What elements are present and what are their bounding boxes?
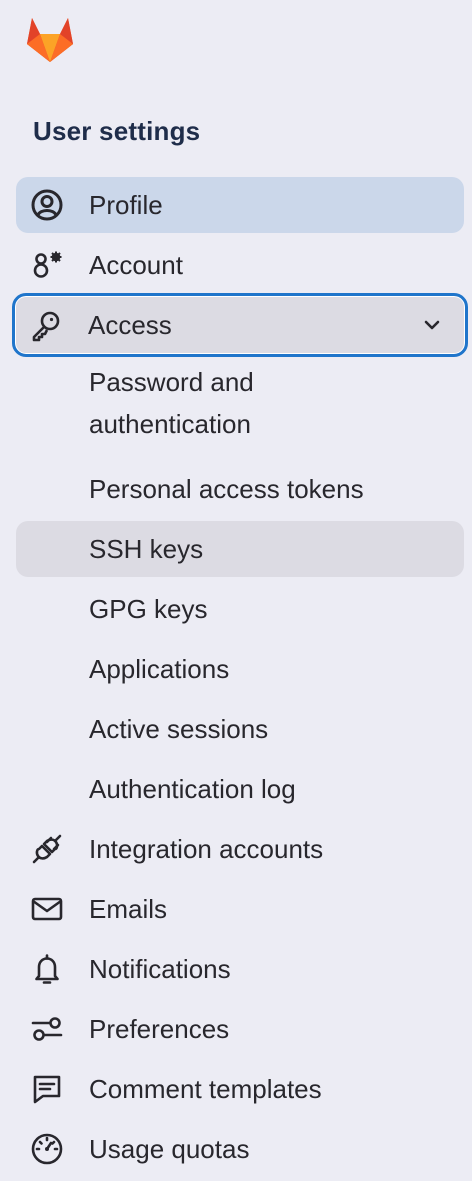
nav-item-label: Emails [89, 893, 168, 924]
subitem-authentication-log[interactable]: Authentication log [16, 761, 464, 817]
subitem-label: Active sessions [89, 713, 269, 744]
nav-item-label: Preferences [89, 1013, 230, 1044]
gitlab-logo-icon[interactable] [24, 14, 76, 64]
nav-item-integration-accounts[interactable]: Integration accounts [16, 821, 464, 877]
nav-item-label: Notifications [89, 953, 231, 984]
subitem-label: Password and authentication [89, 367, 254, 439]
subitem-label: SSH keys [89, 533, 204, 564]
subitem-label: Authentication log [89, 773, 296, 804]
nav-item-label: Profile [89, 189, 163, 220]
comment-icon [30, 1072, 64, 1106]
account-settings-icon [30, 248, 64, 282]
subitem-active-sessions[interactable]: Active sessions [16, 701, 464, 757]
mail-icon [30, 892, 64, 926]
user-circle-icon [30, 188, 64, 222]
chevron-down-icon [421, 314, 443, 336]
nav-item-notifications[interactable]: Notifications [16, 941, 464, 997]
settings-nav: Profile Account Access Password and auth… [12, 177, 468, 1181]
bell-icon [30, 952, 64, 986]
nav-item-account[interactable]: Account [16, 237, 464, 293]
nav-item-label: Access [88, 309, 172, 340]
subitem-ssh-keys[interactable]: SSH keys [16, 521, 464, 577]
subitem-personal-access-tokens[interactable]: Personal access tokens [16, 461, 464, 517]
nav-item-label: Integration accounts [89, 833, 324, 864]
nav-item-label: Account [89, 249, 183, 280]
nav-item-label: Comment templates [89, 1073, 322, 1104]
subitem-label: GPG keys [89, 593, 208, 624]
gauge-icon [30, 1132, 64, 1166]
nav-item-preferences[interactable]: Preferences [16, 1001, 464, 1057]
nav-item-comment-templates[interactable]: Comment templates [16, 1061, 464, 1117]
subitem-label: Applications [89, 653, 230, 684]
subitem-applications[interactable]: Applications [16, 641, 464, 697]
subitem-gpg-keys[interactable]: GPG keys [16, 581, 464, 637]
subitem-label: Personal access tokens [89, 473, 364, 504]
plug-icon [30, 832, 64, 866]
nav-item-profile[interactable]: Profile [16, 177, 464, 233]
section-title: User settings [33, 116, 201, 146]
key-icon [29, 308, 63, 342]
subitem-password-and-authentication[interactable]: Password and authentication [16, 357, 464, 457]
nav-item-usage-quotas[interactable]: Usage quotas [16, 1121, 464, 1177]
preferences-icon [30, 1012, 64, 1046]
nav-item-access[interactable]: Access [12, 293, 468, 357]
nav-item-label: Usage quotas [89, 1133, 250, 1164]
nav-item-emails[interactable]: Emails [16, 881, 464, 937]
